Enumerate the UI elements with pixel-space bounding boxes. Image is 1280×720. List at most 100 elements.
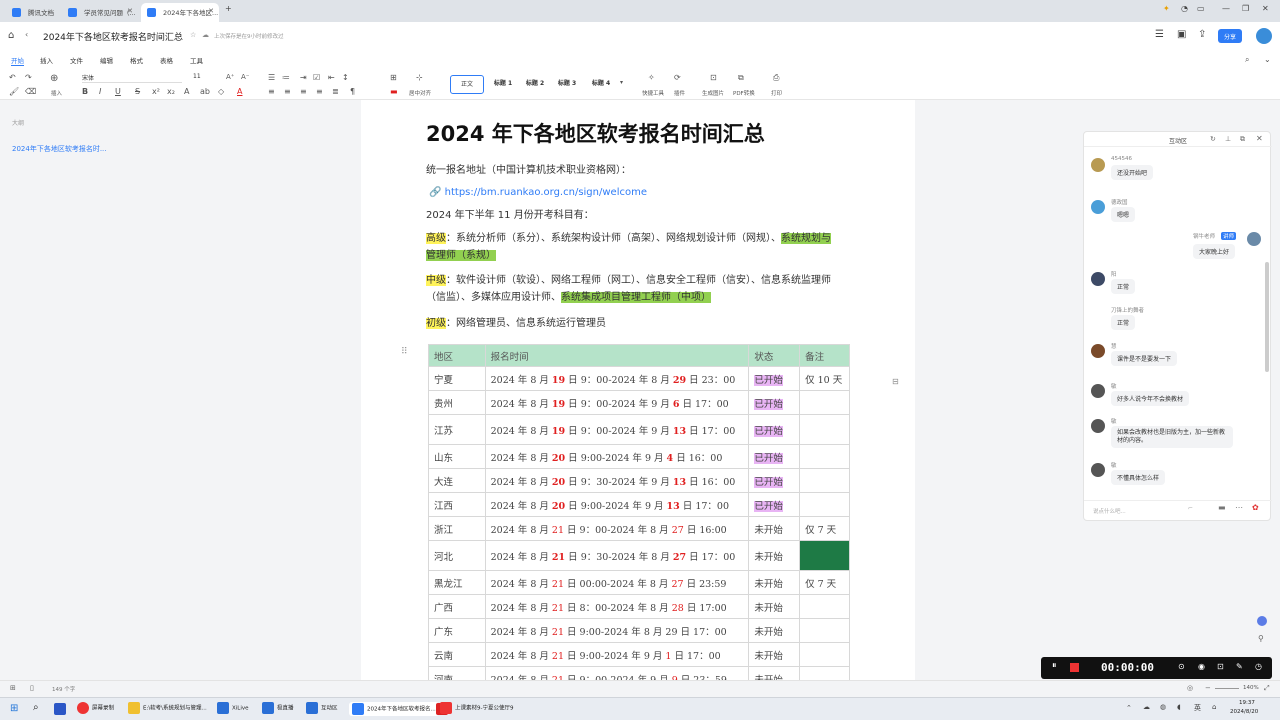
more-icon[interactable]: ⋯ <box>1235 503 1243 512</box>
paragraph-icon[interactable]: ¶ <box>350 87 355 96</box>
clock-time[interactable]: 19:37 <box>1239 700 1255 706</box>
taskbar-item-active[interactable]: 2024年下各地区软考报名... <box>349 702 439 716</box>
cell-status[interactable]: 已开始 <box>748 492 801 517</box>
pin-icon[interactable]: ⊥ <box>1225 135 1231 143</box>
quick-tools-label[interactable]: 快捷工具 <box>642 89 664 97</box>
avatar[interactable] <box>1091 384 1105 398</box>
cell-time[interactable]: 2024 年 8 月 20 日 9:00-2024 年 9 月 13 日 17：… <box>484 492 750 517</box>
print-icon[interactable]: ⎙ <box>773 73 779 83</box>
bold-icon[interactable]: B <box>82 87 88 96</box>
link-text[interactable]: https://bm.ruankao.org.cn/sign/welcome <box>445 187 647 198</box>
cell-note[interactable] <box>799 414 850 445</box>
cell-time[interactable]: 2024 年 8 月 21 日 9:00-2024 年 9 月 1 日 17：0… <box>484 642 750 667</box>
avatar[interactable] <box>1091 419 1105 433</box>
style-heading-3[interactable]: 标题 3 <box>550 75 584 94</box>
chevron-up-icon[interactable]: ⌃ <box>1126 704 1132 712</box>
star-icon[interactable]: ✦ <box>1163 4 1170 13</box>
cell-region[interactable]: 贵州 <box>428 390 486 415</box>
share-button[interactable]: 分享 <box>1218 29 1242 43</box>
document-page[interactable]: 2024 年下各地区软考报名时间汇总 统一报名地址（中国计算机技术职业资格网）：… <box>361 100 915 680</box>
menu-file[interactable]: 文件 <box>70 55 83 65</box>
taskbar-item[interactable]: E:\软考\系统规划与管理... <box>128 702 207 714</box>
underline-icon[interactable]: U <box>115 87 121 96</box>
style-normal[interactable]: 正文 <box>450 75 484 94</box>
plugin-icon[interactable]: ⟳ <box>674 73 681 82</box>
gift-icon[interactable]: ✿ <box>1252 503 1259 512</box>
taskbar-item[interactable]: 极直播 <box>262 702 294 714</box>
font-color-icon[interactable]: A <box>237 87 242 96</box>
zoom-slider[interactable] <box>1215 688 1239 689</box>
cell-time[interactable]: 2024 年 8 月 19 日 9：00-2024 年 8 月 29 日 23：… <box>484 366 750 391</box>
cell-status[interactable]: 未开始 <box>748 570 801 595</box>
close-icon[interactable]: ✕ <box>208 7 214 15</box>
table-row[interactable]: 宁夏 2024 年 8 月 19 日 9：00-2024 年 8 月 29 日 2… <box>428 366 850 391</box>
settings-icon[interactable]: ⊙ <box>1178 662 1185 671</box>
image-icon[interactable]: ⊡ <box>710 73 717 82</box>
bullet-list-icon[interactable]: ☰ <box>268 73 275 82</box>
cell-note[interactable] <box>799 666 850 680</box>
cell-note[interactable] <box>799 492 850 517</box>
volume-icon[interactable]: ◖ <box>1177 703 1181 711</box>
cell-time[interactable]: 2024 年 8 月 20 日 9：30-2024 年 9 月 13 日 16：… <box>484 468 750 493</box>
tab-faq[interactable]: 学员常见问题（... ✕ <box>62 3 138 22</box>
chevron-down-icon[interactable]: ⌄ <box>1264 55 1271 64</box>
refresh-icon[interactable]: ↻ <box>1210 135 1216 143</box>
cell-region[interactable]: 广西 <box>428 594 486 619</box>
help-icon[interactable]: ⚲ <box>1258 634 1264 643</box>
fullscreen-icon[interactable]: ⤢ <box>1264 684 1270 693</box>
cell-status[interactable]: 已开始 <box>748 414 801 445</box>
cell-note[interactable] <box>799 594 850 619</box>
pdf-label[interactable]: PDF转换 <box>733 89 755 97</box>
bell-icon[interactable]: ◔ <box>1181 4 1188 13</box>
taskbar-item[interactable]: 互动区 <box>306 702 338 714</box>
border-color-icon[interactable]: ▬ <box>390 87 398 96</box>
indent-icon[interactable]: ⇥ <box>300 73 307 82</box>
subscript-icon[interactable]: x₂ <box>167 87 175 96</box>
quick-tools-icon[interactable]: ✧ <box>648 73 655 82</box>
cell-status[interactable]: 已开始 <box>748 468 801 493</box>
zoom-out-icon[interactable]: − <box>1205 684 1211 692</box>
cell-time[interactable]: 2024 年 8 月 21 日 00:00-2024 年 8 月 27 日 23… <box>484 570 750 595</box>
cell-region[interactable]: 河南 <box>428 666 486 680</box>
cell-time[interactable]: 2024 年 8 月 19 日 9：00-2024 年 9 月 13 日 17：… <box>484 414 750 445</box>
cell-status[interactable]: 未开始 <box>748 540 801 571</box>
menu-start[interactable]: 开始 <box>11 55 24 66</box>
folder-icon[interactable]: ▬ <box>1218 503 1226 512</box>
table-row[interactable]: 贵州 2024 年 8 月 19 日 9：00-2024 年 9 月 6 日 17… <box>428 390 850 415</box>
table-row[interactable]: 浙江 2024 年 8 月 21 日 9：00-2024 年 8 月 27 日 1… <box>428 516 850 541</box>
font-family-select[interactable]: 宋体 <box>82 73 182 83</box>
avatar[interactable] <box>1091 158 1105 172</box>
insert-icon[interactable]: ⊕ <box>50 73 58 84</box>
align-center-icon[interactable]: ≡ <box>284 87 291 96</box>
chevron-left-icon[interactable]: ‹ <box>25 30 28 39</box>
home-icon[interactable]: ⌂ <box>8 30 14 41</box>
cell-status[interactable]: 已开始 <box>748 366 801 391</box>
menu-edit[interactable]: 编辑 <box>100 55 113 65</box>
avatar[interactable] <box>1256 28 1272 44</box>
cell-note[interactable] <box>799 390 850 415</box>
close-window-button[interactable]: ✕ <box>1262 4 1269 13</box>
comment-icon[interactable]: ⊟ <box>892 377 899 386</box>
assistant-icon[interactable] <box>1257 616 1267 626</box>
cell-time[interactable]: 2024 年 8 月 21 日 8：00-2024 年 8 月 28 日 17:… <box>484 594 750 619</box>
table-row[interactable]: 大连 2024 年 8 月 20 日 9：30-2024 年 9 月 13 日 1… <box>428 468 850 493</box>
table-row[interactable]: 山东 2024 年 8 月 20 日 9:00-2024 年 9 月 4 日 16… <box>428 444 850 469</box>
font-increase-icon[interactable]: A⁺ <box>226 73 234 81</box>
cell-time[interactable]: 2024 年 8 月 21 日 9：00-2024 年 9 月 9 日 23：5… <box>484 666 750 680</box>
menu-icon[interactable]: ☰ <box>1155 29 1164 40</box>
cell-time[interactable]: 2024 年 8 月 20 日 9:00-2024 年 9 月 4 日 16：0… <box>484 444 750 469</box>
avatar[interactable] <box>1091 344 1105 358</box>
cell-status[interactable]: 未开始 <box>748 516 801 541</box>
menu-insert[interactable]: 插入 <box>40 55 53 65</box>
strikethrough-icon[interactable]: S <box>135 87 140 96</box>
registration-link[interactable]: 🔗 https://bm.ruankao.org.cn/sign/welcome <box>429 184 647 201</box>
cell-note[interactable] <box>799 468 850 493</box>
table-row[interactable]: 黑龙江 2024 年 8 月 21 日 00:00-2024 年 8 月 27 日… <box>428 570 850 595</box>
distributed-icon[interactable]: ≣ <box>332 87 339 96</box>
justify-icon[interactable]: ≡ <box>316 87 323 96</box>
char-style-icon[interactable]: ab <box>200 87 210 96</box>
numbered-list-icon[interactable]: ≔ <box>282 73 290 82</box>
more-insert-icon[interactable]: ⊹ <box>416 73 423 82</box>
close-icon[interactable]: ✕ <box>1256 134 1263 143</box>
cell-note[interactable] <box>799 444 850 469</box>
